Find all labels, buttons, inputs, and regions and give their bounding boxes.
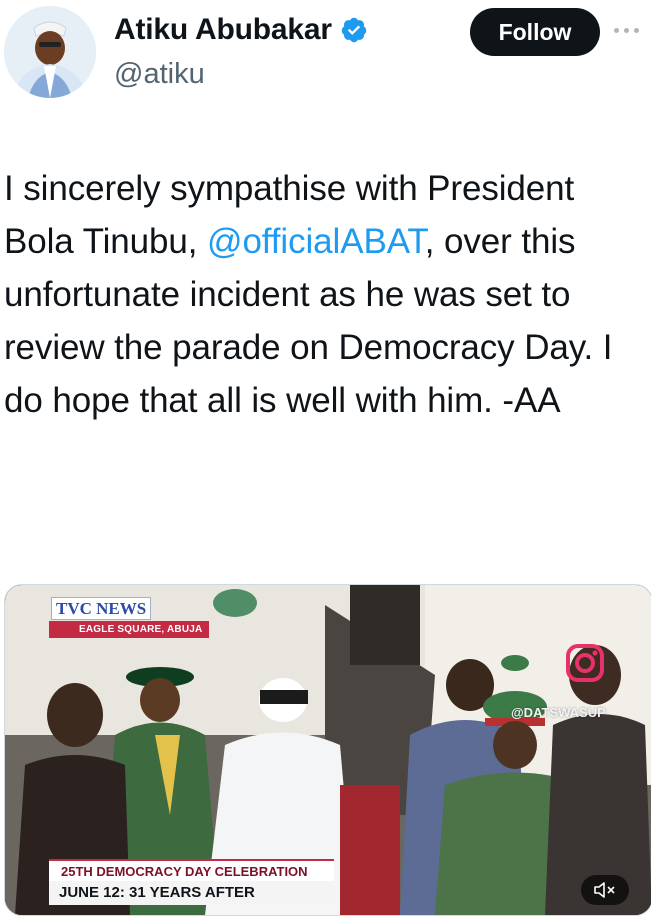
channel-logo: TVC NEWS	[51, 597, 152, 620]
verified-badge-icon	[341, 17, 367, 43]
instagram-icon	[566, 644, 604, 682]
avatar-photo	[4, 6, 96, 98]
lower-third-title: 25TH DEMOCRACY DAY CELEBRATION	[49, 859, 334, 881]
location-banner: EAGLE SQUARE, ABUJA	[49, 621, 209, 638]
author-handle[interactable]: @atiku	[114, 58, 205, 91]
mention-link[interactable]: @officialABAT	[207, 222, 425, 261]
lower-third-subtitle: JUNE 12: 31 YEARS AFTER	[49, 881, 334, 905]
more-options-icon[interactable]	[614, 20, 650, 40]
video-player[interactable]: TVC NEWS EAGLE SQUARE, ABUJA @DATSWASUP …	[4, 584, 651, 916]
speaker-muted-icon	[594, 882, 615, 898]
tweet-text: I sincerely sympathise with President Bo…	[4, 162, 644, 427]
author-name-row: Atiku Abubakar	[114, 13, 368, 47]
follow-button[interactable]: Follow	[470, 8, 600, 56]
avatar[interactable]	[4, 6, 96, 98]
watermark-text: @DATSWASUP	[511, 705, 606, 720]
mute-button[interactable]	[581, 875, 629, 905]
author-name[interactable]: Atiku Abubakar	[114, 13, 332, 47]
